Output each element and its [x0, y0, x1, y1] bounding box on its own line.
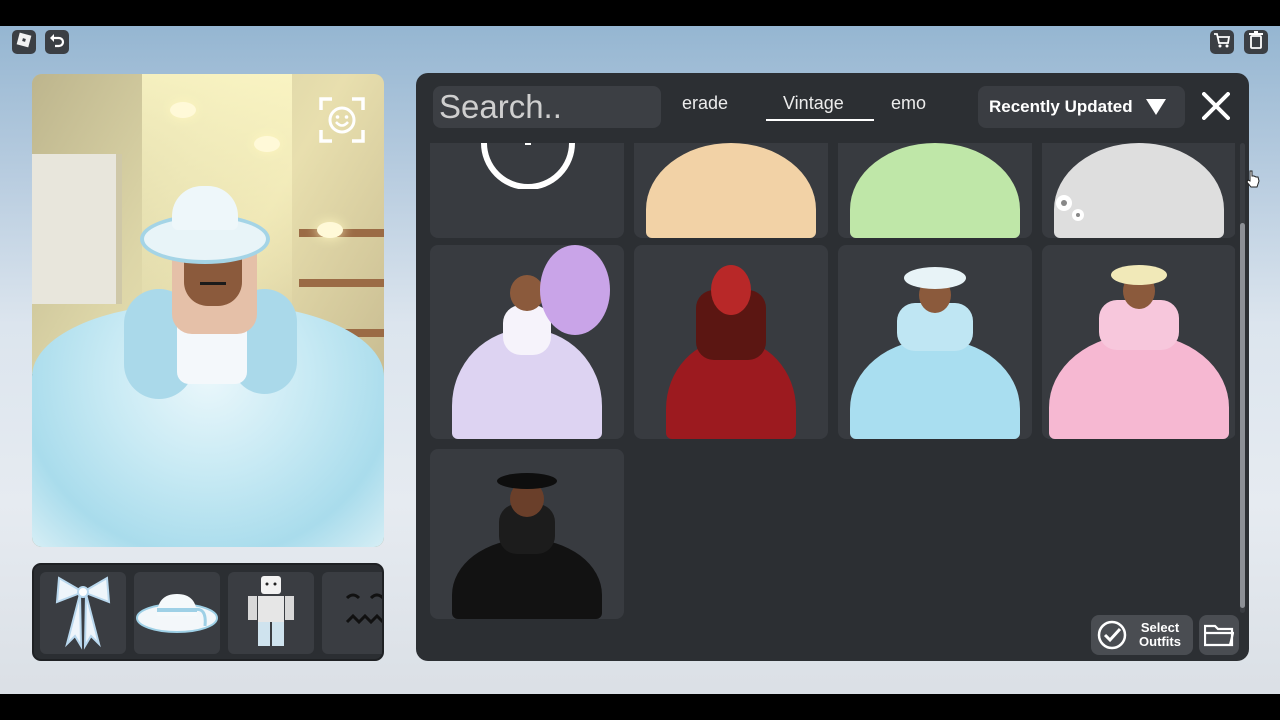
roblox-menu-button[interactable] — [12, 30, 36, 54]
shelf — [299, 279, 384, 287]
folder-button[interactable] — [1199, 615, 1239, 655]
tab-vintage[interactable]: Vintage — [783, 93, 844, 114]
face-camera-button[interactable] — [316, 96, 368, 148]
face-icon — [335, 586, 382, 641]
check-circle-icon — [1096, 619, 1128, 651]
roblox-logo-icon — [16, 32, 32, 53]
sort-dropdown[interactable]: Recently Updated — [978, 86, 1185, 128]
close-icon — [1202, 91, 1230, 125]
accessory-slot-body[interactable] — [228, 572, 314, 654]
category-tabs: erade Vintage emo — [678, 91, 948, 123]
trash-icon — [1248, 30, 1264, 54]
chevron-down-icon — [1145, 98, 1167, 116]
create-outfit-card[interactable] — [430, 143, 624, 238]
face-camera-icon — [318, 96, 366, 149]
outfit-hat — [904, 267, 966, 289]
outfit-dress — [646, 143, 816, 238]
select-outfits-button[interactable]: Select Outfits — [1091, 615, 1193, 655]
mouse-pointer-icon — [1246, 170, 1260, 188]
outfit-card[interactable] — [634, 143, 828, 238]
outfit-dress — [850, 143, 1020, 238]
scrollbar-thumb[interactable] — [1240, 223, 1245, 608]
selected-tab-indicator — [766, 119, 874, 121]
outfit-panel: erade Vintage emo Recently Updated — [416, 73, 1249, 661]
outfit-hat — [1111, 265, 1167, 285]
room-window — [32, 154, 122, 304]
cart-icon — [1213, 31, 1231, 54]
undo-button[interactable] — [45, 30, 69, 54]
outfit-card[interactable] — [634, 245, 828, 439]
outfit-card[interactable] — [430, 449, 624, 619]
select-outfits-label: Select Outfits — [1139, 620, 1181, 649]
wall-lamp — [317, 222, 343, 238]
undo-icon — [48, 31, 66, 54]
letterbox-bottom — [0, 694, 1280, 720]
letterbox-top — [0, 0, 1280, 26]
outfit-card[interactable] — [1042, 143, 1235, 238]
avatar-mouth — [200, 282, 226, 290]
outfit-dress — [850, 339, 1020, 439]
outfit-grid — [430, 143, 1235, 623]
ceiling-lamp — [170, 102, 196, 118]
search-input[interactable] — [433, 86, 661, 128]
accessory-bar — [32, 563, 384, 661]
cart-button[interactable] — [1210, 30, 1234, 54]
avatar-body-icon — [246, 574, 296, 653]
accessory-slot-bow[interactable] — [40, 572, 126, 654]
tab-erade[interactable]: erade — [682, 93, 728, 114]
parasol — [540, 245, 610, 335]
hat-icon — [135, 576, 219, 651]
outfit-hat — [497, 473, 557, 489]
outfit-card[interactable] — [1042, 245, 1235, 439]
outfit-hair — [711, 265, 751, 315]
outfit-head — [510, 275, 544, 311]
avatar-preview[interactable] — [32, 74, 384, 547]
sort-dropdown-label: Recently Updated — [989, 97, 1133, 116]
settings-gears-icon[interactable] — [1052, 191, 1088, 232]
plus-icon — [478, 143, 578, 194]
outfit-card[interactable] — [838, 245, 1032, 439]
bow-icon — [53, 572, 113, 654]
trash-button[interactable] — [1244, 30, 1268, 54]
accessory-slot-hat[interactable] — [134, 572, 220, 654]
ceiling-lamp — [254, 136, 280, 152]
outfit-card[interactable] — [430, 245, 624, 439]
outfit-card[interactable] — [838, 143, 1032, 238]
close-button[interactable] — [1198, 90, 1234, 126]
tab-emo[interactable]: emo — [891, 93, 926, 114]
accessory-slot-face[interactable] — [322, 572, 382, 654]
folder-icon — [1204, 623, 1234, 647]
